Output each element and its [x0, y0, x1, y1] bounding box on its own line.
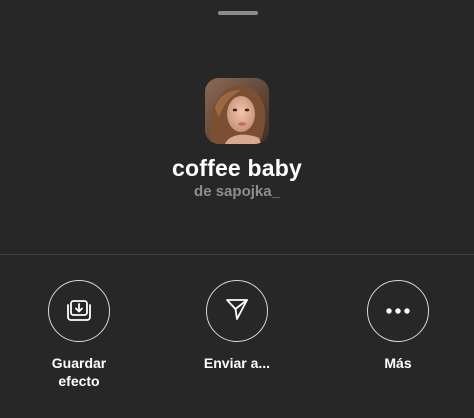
- send-to-label: Enviar a...: [203, 355, 271, 371]
- effect-author-link[interactable]: de sapojka_: [0, 183, 474, 200]
- save-effect-button[interactable]: Guardar efecto: [14, 280, 144, 390]
- drag-handle[interactable]: [218, 11, 258, 15]
- save-button-circle[interactable]: [48, 280, 110, 342]
- send-button-circle[interactable]: [206, 280, 268, 342]
- save-icon: [65, 295, 93, 328]
- more-button-circle[interactable]: [367, 280, 429, 342]
- more-label: Más: [384, 355, 412, 371]
- more-icon: [385, 302, 411, 320]
- more-button[interactable]: Más: [333, 280, 463, 372]
- effect-title: coffee baby: [171, 155, 302, 181]
- send-icon: [224, 296, 250, 327]
- effect-thumbnail: [205, 78, 269, 144]
- save-effect-label: Guardar efecto: [51, 355, 107, 389]
- bottom-sheet: coffee baby de sapojka_ Guardar efecto E…: [0, 0, 474, 418]
- divider: [0, 254, 474, 255]
- send-to-button[interactable]: Enviar a...: [172, 280, 302, 372]
